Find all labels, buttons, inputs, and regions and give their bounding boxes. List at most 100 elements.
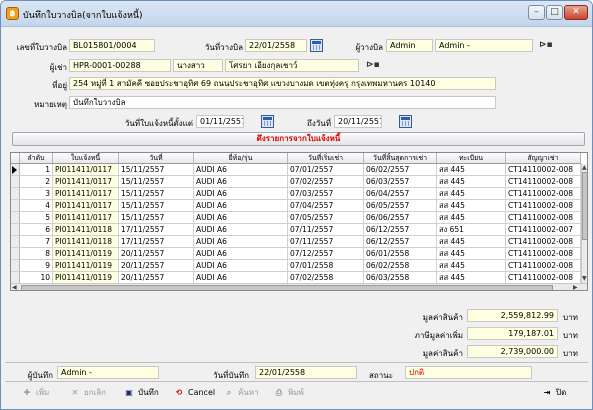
row-invoice-cell[interactable]: PI011411/0119: [53, 260, 119, 272]
row-invoice-cell[interactable]: PI011411/0117: [53, 212, 119, 224]
fetch-invoices-button[interactable]: ดึงรายการจากใบแจ้งหนี้: [12, 132, 585, 146]
row-plate-cell[interactable]: สส 445: [437, 236, 506, 248]
scroll-left-icon[interactable]: ◀: [12, 284, 17, 290]
col-header-end[interactable]: วันที่สิ้นสุดการเช่า: [364, 153, 437, 164]
vertical-scroll-thumb[interactable]: [582, 172, 587, 240]
horizontal-scroll-thumb[interactable]: [21, 285, 553, 290]
to-calendar-icon[interactable]: [399, 115, 412, 128]
row-start-cell[interactable]: 07/01/2558: [288, 260, 364, 272]
minimize-button[interactable]: –: [528, 5, 545, 20]
row-start-cell[interactable]: 07/02/2557: [288, 176, 364, 188]
row-invoice-cell[interactable]: PI011411/0118: [53, 224, 119, 236]
row-invoice-cell[interactable]: PI011411/0118: [53, 236, 119, 248]
row-seq-cell[interactable]: 6: [20, 224, 53, 236]
calendar-icon[interactable]: [310, 39, 323, 52]
row-invoice-cell[interactable]: PI011411/0117: [53, 176, 119, 188]
row-end-cell[interactable]: 06/02/2557: [364, 164, 437, 176]
scroll-right-icon[interactable]: ▶: [573, 284, 578, 290]
row-model-cell[interactable]: AUDI A6: [194, 260, 288, 272]
row-seq-cell[interactable]: 9: [20, 260, 53, 272]
row-header[interactable]: [11, 200, 20, 212]
invoice-grid[interactable]: ลำดับ ใบแจ้งหนี้ วันที่ ยี่ห้อ/รุ่น วันท…: [10, 152, 588, 291]
row-model-cell[interactable]: AUDI A6: [194, 212, 288, 224]
row-end-cell[interactable]: 06/03/2557: [364, 176, 437, 188]
row-seq-cell[interactable]: 5: [20, 212, 53, 224]
row-plate-cell[interactable]: สง 651: [437, 224, 506, 236]
scroll-up-icon[interactable]: ▲: [582, 164, 587, 171]
row-plate-cell[interactable]: สส 445: [437, 176, 506, 188]
row-header[interactable]: [11, 224, 20, 236]
table-row[interactable]: 3 PI011411/0117 15/11/2557 AUDI A6 07/03/255…: [11, 188, 581, 200]
row-invoice-cell[interactable]: PI011411/0117: [53, 188, 119, 200]
row-date-cell[interactable]: 15/11/2557: [119, 164, 194, 176]
cancel-button[interactable]: ⟲ Cancel: [173, 384, 215, 402]
row-plate-cell[interactable]: สส 445: [437, 200, 506, 212]
table-row[interactable]: 2 PI011411/0117 15/11/2557 AUDI A6 07/02/255…: [11, 176, 581, 188]
bill-no-field[interactable]: BL015801/0004: [69, 39, 155, 52]
row-end-cell[interactable]: 06/12/2557: [364, 236, 437, 248]
row-end-cell[interactable]: 06/12/2557: [364, 224, 437, 236]
row-end-cell[interactable]: 06/06/2557: [364, 212, 437, 224]
table-row[interactable]: 7 PI011411/0118 17/11/2557 AUDI A6 07/11/255…: [11, 236, 581, 248]
row-plate-cell[interactable]: สส 445: [437, 212, 506, 224]
row-date-cell[interactable]: 15/11/2557: [119, 176, 194, 188]
horizontal-scrollbar[interactable]: ◀ ▶: [11, 283, 587, 290]
row-header[interactable]: [11, 188, 20, 200]
row-invoice-cell[interactable]: PI011411/0117: [53, 164, 119, 176]
remark-field[interactable]: บันทึกใบวางบิล: [69, 96, 496, 109]
row-end-cell[interactable]: 06/05/2557: [364, 200, 437, 212]
row-contract-cell[interactable]: CT14110002-008: [506, 200, 581, 212]
row-seq-cell[interactable]: 1: [20, 164, 53, 176]
row-date-cell[interactable]: 20/11/2557: [119, 248, 194, 260]
from-date-field[interactable]: 01/11/2557: [196, 115, 244, 128]
table-row[interactable]: 8 PI011411/0119 20/11/2557 AUDI A6 07/12/255…: [11, 248, 581, 260]
col-header-plate[interactable]: ทะเบียน: [437, 153, 506, 164]
table-row[interactable]: 6 PI011411/0118 17/11/2557 AUDI A6 07/11/255…: [11, 224, 581, 236]
row-end-cell[interactable]: 06/02/2558: [364, 260, 437, 272]
row-start-cell[interactable]: 07/11/2557: [288, 224, 364, 236]
row-header[interactable]: [11, 212, 20, 224]
row-header[interactable]: [11, 236, 20, 248]
row-model-cell[interactable]: AUDI A6: [194, 188, 288, 200]
search-button[interactable]: ⌕ ค้นหา: [223, 384, 259, 402]
to-date-field[interactable]: 20/11/2557: [334, 115, 382, 128]
biller-code-field[interactable]: Admin: [386, 39, 433, 52]
maximize-button[interactable]: □: [546, 5, 563, 20]
row-start-cell[interactable]: 07/05/2557: [288, 212, 364, 224]
table-row[interactable]: 5 PI011411/0117 15/11/2557 AUDI A6 07/05/255…: [11, 212, 581, 224]
row-invoice-cell[interactable]: PI011411/0117: [53, 200, 119, 212]
row-contract-cell[interactable]: CT14110002-008: [506, 176, 581, 188]
row-start-cell[interactable]: 07/12/2557: [288, 248, 364, 260]
print-button[interactable]: ⎙ พิมพ์: [273, 384, 304, 402]
row-end-cell[interactable]: 06/01/2558: [364, 248, 437, 260]
row-contract-cell[interactable]: CT14110002-008: [506, 188, 581, 200]
row-start-cell[interactable]: 07/01/2557: [288, 164, 364, 176]
table-row[interactable]: 1 PI011411/0117 15/11/2557 AUDI A6 07/01/255…: [11, 164, 581, 176]
row-seq-cell[interactable]: 4: [20, 200, 53, 212]
row-header[interactable]: [11, 248, 20, 260]
row-header[interactable]: [11, 176, 20, 188]
renter-lookup-icon[interactable]: ⊳▪: [366, 60, 380, 71]
row-header[interactable]: [11, 164, 20, 176]
add-button[interactable]: ✚ เพิ่ม: [21, 384, 50, 402]
col-header-contract[interactable]: สัญญาเช่า: [506, 153, 581, 164]
row-contract-cell[interactable]: CT14110002-008: [506, 248, 581, 260]
row-plate-cell[interactable]: สส 445: [437, 164, 506, 176]
row-model-cell[interactable]: AUDI A6: [194, 236, 288, 248]
row-contract-cell[interactable]: CT14110002-008: [506, 212, 581, 224]
scroll-down-icon[interactable]: ▼: [582, 275, 587, 282]
close-window-button[interactable]: ✕: [564, 5, 588, 20]
col-header-model[interactable]: ยี่ห้อ/รุ่น: [194, 153, 288, 164]
row-start-cell[interactable]: 07/11/2557: [288, 236, 364, 248]
table-row[interactable]: 9 PI011411/0119 20/11/2557 AUDI A6 07/01/255…: [11, 260, 581, 272]
row-plate-cell[interactable]: สส 445: [437, 260, 506, 272]
save-button[interactable]: ▣ บันทึก: [123, 384, 158, 402]
col-header-date[interactable]: วันที่: [119, 153, 194, 164]
row-start-cell[interactable]: 07/03/2557: [288, 188, 364, 200]
cancel-doc-button[interactable]: ✕ ยกเลิก: [69, 384, 106, 402]
table-row[interactable]: 4 PI011411/0117 15/11/2557 AUDI A6 07/04/255…: [11, 200, 581, 212]
row-date-cell[interactable]: 15/11/2557: [119, 212, 194, 224]
row-plate-cell[interactable]: สส 445: [437, 248, 506, 260]
row-seq-cell[interactable]: 8: [20, 248, 53, 260]
bill-date-field[interactable]: 22/01/2558: [245, 39, 307, 52]
